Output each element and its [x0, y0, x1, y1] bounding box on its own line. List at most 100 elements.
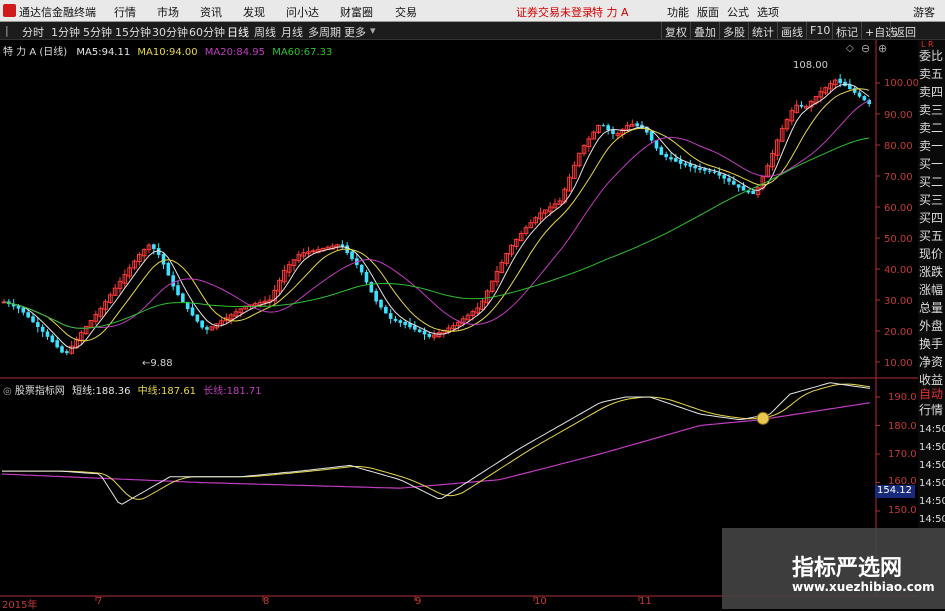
menu-options[interactable]: 选项 [757, 4, 779, 20]
candle-body [707, 170, 712, 172]
multi-stock-button[interactable]: 多股 [719, 22, 748, 39]
x-tick: 11 [639, 596, 652, 607]
f10-button[interactable]: F10 [806, 22, 833, 39]
candle-body [65, 351, 69, 354]
candle-body [166, 262, 171, 276]
current-stock: 特 力 A [592, 6, 629, 19]
statistics-button[interactable]: 统计 [748, 22, 777, 39]
panel-item: 涨跌 [919, 265, 944, 279]
chevron-down-icon[interactable]: ▾ [370, 24, 376, 37]
app-logo-icon [3, 4, 16, 17]
ma5-label: MA5: [76, 47, 102, 58]
long-line [1, 402, 871, 489]
period-tab-15min[interactable]: 15分钟 [115, 24, 151, 40]
login-status[interactable]: 证券交易未登录 [516, 4, 593, 20]
candle-body [751, 190, 755, 195]
menu-discover[interactable]: 发现 [243, 4, 265, 20]
watermark: 指标严选网 www.xuezhibiao.com [722, 528, 945, 609]
panel-item: 卖二 [919, 121, 944, 135]
period-tab-60min[interactable]: 60分钟 [189, 24, 225, 40]
ma5-line [3, 83, 870, 349]
candle-body [350, 251, 354, 260]
toolbar-marker-icon: | [5, 24, 9, 37]
main-chart-legend: 特 力 A (日线) MA5:94.11 MA10:94.00 MA20:84.… [3, 43, 332, 58]
candle-body [698, 167, 702, 170]
candle-body [388, 313, 393, 319]
menu-market-quotes[interactable]: 行情 [114, 4, 136, 20]
candle-body [741, 185, 746, 191]
guest-user[interactable]: 游客 [913, 4, 935, 20]
panel-item[interactable]: 行情 [919, 401, 945, 419]
settings-diamond-icon[interactable]: ◇ [846, 43, 854, 54]
candle-body [200, 320, 204, 328]
indicator-settings-icon[interactable]: ◎ [3, 386, 12, 397]
low-price-label: ←9.88 [142, 358, 173, 369]
candle-body [674, 158, 678, 162]
candle-body [862, 96, 867, 101]
mark-button[interactable]: 标记 [832, 22, 861, 39]
candle-body [152, 244, 156, 249]
watermark-url: www.xuezhibiao.com [792, 580, 935, 594]
adjust-button[interactable]: 复权 [661, 22, 690, 39]
coin-signal-icon [756, 411, 770, 425]
candle-body [427, 333, 432, 337]
period-tab-1min[interactable]: 1分钟 [51, 24, 80, 40]
menu-news[interactable]: 资讯 [200, 4, 222, 20]
candle-body [195, 314, 200, 322]
zoom-in-icon[interactable]: ⊕ [878, 42, 887, 55]
candle-body [161, 254, 166, 265]
period-tab-30min[interactable]: 30分钟 [152, 24, 188, 40]
mid-line-label: 中线: [137, 386, 162, 397]
draw-line-button[interactable]: 画线 [777, 22, 806, 39]
period-tab-more[interactable]: 更多 [344, 24, 366, 40]
time-tick: 14:50 [919, 514, 945, 525]
y-tick: 40.00 [884, 265, 913, 276]
zoom-out-icon[interactable]: ⊖ [861, 42, 870, 55]
x-tick: 9 [415, 596, 422, 607]
candle-body [799, 104, 804, 107]
candle-body [364, 271, 369, 283]
candle-body [374, 291, 378, 302]
menu-layout[interactable]: 版面 [697, 4, 719, 20]
menu-function[interactable]: 功能 [667, 4, 689, 20]
ma20-label: MA20: [204, 47, 237, 58]
menu-formula[interactable]: 公式 [727, 4, 749, 20]
period-tab-weekly[interactable]: 周线 [254, 24, 276, 40]
menu-market[interactable]: 市场 [157, 4, 179, 20]
indicator-y-tick: 170.0 [888, 449, 917, 460]
candle-body [669, 157, 673, 160]
ma5-value: 94.11 [101, 47, 131, 58]
candle-body [60, 346, 64, 353]
candle-body [359, 264, 364, 273]
period-tab-5min[interactable]: 5分钟 [83, 24, 112, 40]
candle-body [190, 307, 195, 316]
x-tick: 10 [534, 596, 547, 607]
indicator-y-tick: 190.0 [888, 392, 917, 403]
period-tab-intraday[interactable]: 分时 [22, 24, 44, 40]
indicator-legend: ◎ 股票指标网 短线:188.36 中线:187.61 长线:181.71 [3, 382, 262, 397]
app-name: 通达信金融终端 [19, 6, 96, 19]
candle-body [659, 147, 664, 155]
period-tab-monthly[interactable]: 月线 [281, 24, 303, 40]
overlay-button[interactable]: 叠加 [690, 22, 719, 39]
ma10-value: 94.00 [168, 47, 198, 58]
candle-body [31, 316, 35, 323]
period-tab-daily[interactable]: 日线 [227, 24, 249, 40]
high-price-label: 108.00 [793, 60, 828, 71]
candle-body [55, 340, 59, 348]
short-line [2, 382, 871, 505]
menu-trade[interactable]: 交易 [395, 4, 417, 20]
candle-body [36, 322, 40, 327]
back-button[interactable]: 返回 [890, 22, 919, 39]
menu-ask[interactable]: 问小达 [286, 4, 319, 20]
time-tick: 14:50 [919, 460, 945, 471]
y-tick: 90.00 [884, 110, 913, 121]
candle-body [857, 92, 862, 97]
period-tab-multi[interactable]: 多周期 [308, 24, 341, 40]
period-toolbar: | 分时 1分钟 5分钟 15分钟 30分钟 60分钟 日线 周线 月线 多周期… [0, 22, 945, 40]
menu-wealth[interactable]: 财富圈 [340, 4, 373, 20]
y-tick: 20.00 [884, 327, 913, 338]
ma60-value: 67.33 [303, 47, 333, 58]
kline-chart[interactable] [0, 40, 918, 609]
panel-item: 卖三 [919, 103, 944, 117]
